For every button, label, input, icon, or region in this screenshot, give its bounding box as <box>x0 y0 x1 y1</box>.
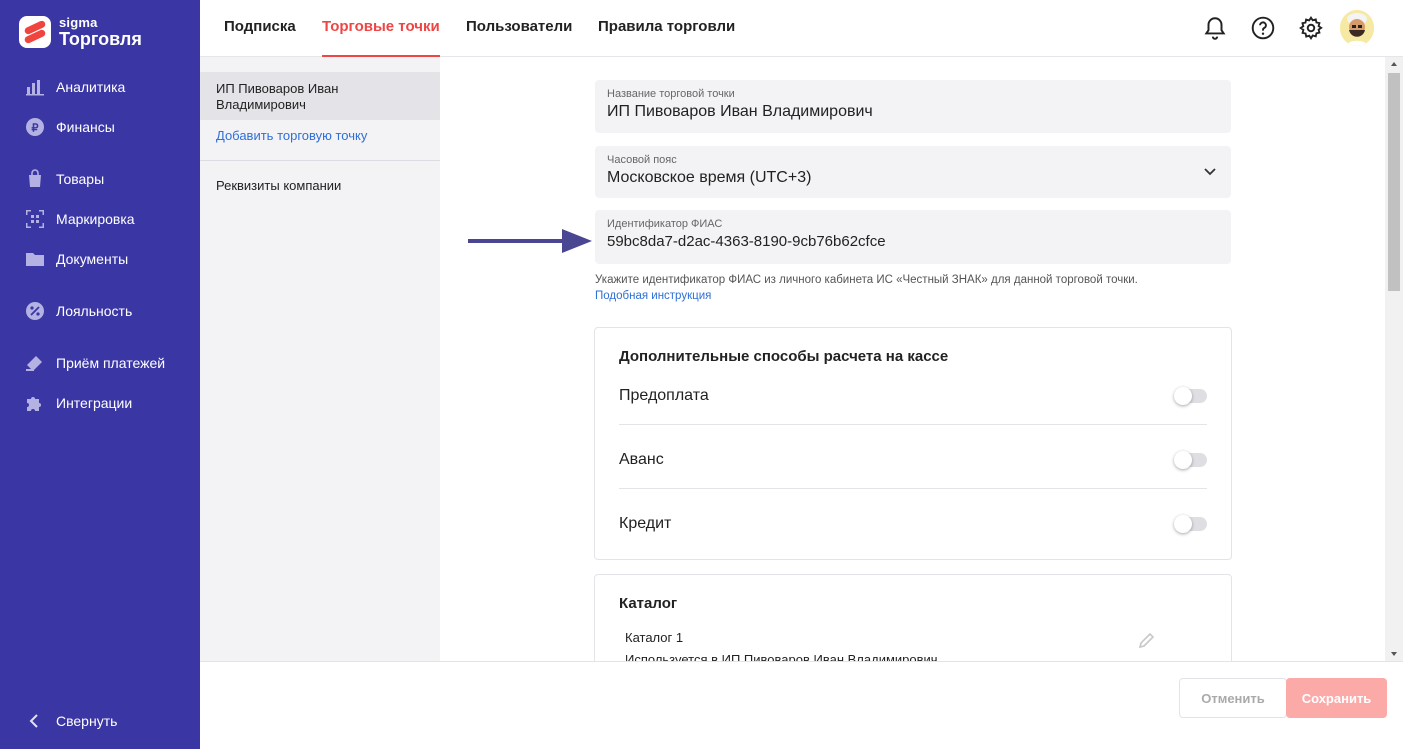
user-avatar[interactable] <box>1340 10 1374 46</box>
sidebar-item-analytics[interactable]: Аналитика <box>24 76 125 98</box>
gear-icon[interactable] <box>1298 15 1324 41</box>
top-navigation: Подписка Торговые точки Пользователи Пра… <box>200 0 1403 57</box>
save-button[interactable]: Сохранить <box>1286 678 1387 718</box>
option-label: Кредит <box>619 515 672 532</box>
fias-hint-text: Укажите идентификатор ФИАС из личного ка… <box>595 274 1138 286</box>
option-row-prepayment: Предоплата <box>619 363 1207 427</box>
option-row-credit: Кредит <box>619 491 1207 555</box>
divider <box>619 424 1207 425</box>
fias-instruction-link[interactable]: Подобная инструкция <box>595 288 1138 304</box>
catalog-usage: Используется в ИП Пивоваров Иван Владими… <box>625 652 938 661</box>
sidebar-item-label: Финансы <box>56 119 115 135</box>
sidebar-item-marking[interactable]: Маркировка <box>24 208 135 230</box>
advance-toggle[interactable] <box>1174 451 1207 469</box>
company-details-link[interactable]: Реквизиты компании <box>216 178 341 193</box>
store-name-label: Название торговой точки <box>607 88 735 100</box>
help-icon[interactable] <box>1250 15 1276 41</box>
option-row-advance: Аванс <box>619 427 1207 491</box>
chevron-left-icon <box>24 710 46 732</box>
folder-icon <box>24 248 46 270</box>
tab-users[interactable]: Пользователи <box>466 18 572 57</box>
timezone-label: Часовой пояс <box>607 154 677 166</box>
add-store-link[interactable]: Добавить торговую точку <box>216 128 367 143</box>
svg-text:₽: ₽ <box>32 123 39 135</box>
sidebar-collapse-button[interactable]: Свернуть <box>24 710 117 732</box>
option-label: Предоплата <box>619 387 709 404</box>
subnav-divider <box>200 160 440 161</box>
pencil-edit-icon[interactable] <box>1137 630 1157 650</box>
puzzle-icon <box>24 392 46 414</box>
sidebar-item-label: Маркировка <box>56 211 135 227</box>
scrollbar-thumb[interactable] <box>1388 73 1400 291</box>
tab-subscription[interactable]: Подписка <box>224 18 296 57</box>
fias-hint: Укажите идентификатор ФИАС из личного ка… <box>595 272 1138 304</box>
fias-id-label: Идентификатор ФИАС <box>607 218 723 230</box>
sigma-logo-icon <box>19 16 51 48</box>
tab-trade-rules[interactable]: Правила торговли <box>598 18 735 57</box>
payment-methods-card: Дополнительные способы расчета на кассе … <box>594 327 1232 560</box>
divider <box>619 488 1207 489</box>
catalog-title: Каталог <box>619 595 678 612</box>
fias-id-value[interactable]: 59bc8da7-d2ac-4363-8190-9cb76b62cfce <box>607 233 1219 250</box>
form-footer: Отменить Сохранить <box>200 661 1403 749</box>
arrow-pointer-icon <box>468 229 592 253</box>
scroll-down-arrow-icon[interactable] <box>1385 647 1403 661</box>
sidebar-item-label: Приём платежей <box>56 355 166 371</box>
qr-code-icon <box>24 208 46 230</box>
stores-subnav: ИП Пивоваров Иван Владимирович Добавить … <box>200 57 440 661</box>
store-form: Название торговой точки ИП Пивоваров Ива… <box>440 57 1385 661</box>
cancel-button[interactable]: Отменить <box>1179 678 1287 718</box>
brand-logo[interactable]: sigma Торговля <box>19 16 142 48</box>
sidebar-item-payments[interactable]: Приём платежей <box>24 352 165 374</box>
sidebar-item-finance[interactable]: ₽ Финансы <box>24 116 115 138</box>
sidebar-item-label: Интеграции <box>56 395 133 411</box>
fias-id-field[interactable]: Идентификатор ФИАС 59bc8da7-d2ac-4363-81… <box>595 210 1231 264</box>
brand-big-text: Торговля <box>59 29 142 49</box>
store-list-item-selected[interactable]: ИП Пивоваров Иван Владимирович <box>200 72 440 120</box>
sidebar-item-label: Документы <box>56 251 129 267</box>
timezone-value[interactable]: Московское время (UTC+3) <box>607 169 1219 187</box>
sidebar-item-loyalty[interactable]: Лояльность <box>24 300 132 322</box>
option-label: Аванс <box>619 451 664 468</box>
sidebar-item-label: Аналитика <box>56 79 126 95</box>
bell-icon[interactable] <box>1202 15 1228 41</box>
sidebar: sigma Торговля Аналитика ₽ Финансы Товар… <box>0 0 200 749</box>
store-name-value[interactable]: ИП Пивоваров Иван Владимирович <box>607 103 1219 121</box>
credit-toggle[interactable] <box>1174 515 1207 533</box>
bar-chart-icon <box>24 76 46 98</box>
shopping-bag-icon <box>24 168 46 190</box>
catalog-card: Каталог Каталог 1 Используется в ИП Пиво… <box>594 574 1232 661</box>
sidebar-item-label: Лояльность <box>56 303 133 319</box>
timezone-select[interactable]: Часовой пояс Московское время (UTC+3) <box>595 146 1231 198</box>
sidebar-item-documents[interactable]: Документы <box>24 248 128 270</box>
collapse-label: Свернуть <box>56 713 118 729</box>
prepayment-toggle[interactable] <box>1174 387 1207 405</box>
store-name-field[interactable]: Название торговой точки ИП Пивоваров Ива… <box>595 80 1231 133</box>
sidebar-item-label: Товары <box>56 171 105 187</box>
percent-badge-icon <box>24 300 46 322</box>
content-scrollbar[interactable] <box>1385 57 1403 661</box>
ruble-coin-icon: ₽ <box>24 116 46 138</box>
sidebar-item-integrations[interactable]: Интеграции <box>24 392 132 414</box>
tab-stores[interactable]: Торговые точки <box>322 18 440 57</box>
brand-small-text: sigma <box>59 15 98 30</box>
scroll-up-arrow-icon[interactable] <box>1385 57 1403 71</box>
sidebar-item-products[interactable]: Товары <box>24 168 104 190</box>
card-payment-icon <box>24 352 46 374</box>
catalog-name: Каталог 1 <box>625 630 684 645</box>
chevron-down-icon[interactable] <box>1203 164 1217 178</box>
